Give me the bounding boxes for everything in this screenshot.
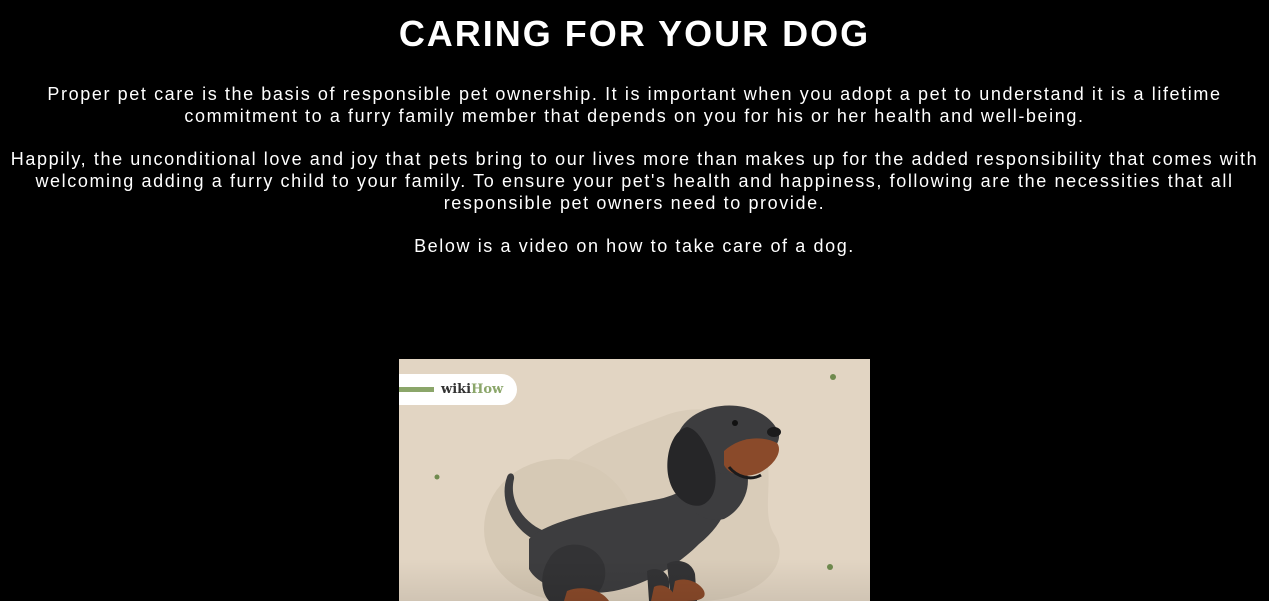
video-player[interactable]: wikiHow [399, 359, 870, 601]
decorative-dot [434, 474, 440, 480]
intro-paragraph-2: Happily, the unconditional love and joy … [10, 149, 1259, 213]
logo-text-how: How [471, 382, 504, 397]
page-title: CARING FOR YOUR DOG [398, 13, 871, 54]
wikihow-logo: wikiHow [399, 374, 517, 405]
logo-text-wiki: wiki [441, 382, 472, 397]
decorative-dot [830, 374, 836, 380]
logo-text: wikiHow [441, 382, 503, 397]
video-intro-text: Below is a video on how to take care of … [414, 236, 855, 256]
logo-accent-bar [399, 387, 434, 392]
intro-paragraph-1: Proper pet care is the basis of responsi… [47, 84, 1222, 126]
